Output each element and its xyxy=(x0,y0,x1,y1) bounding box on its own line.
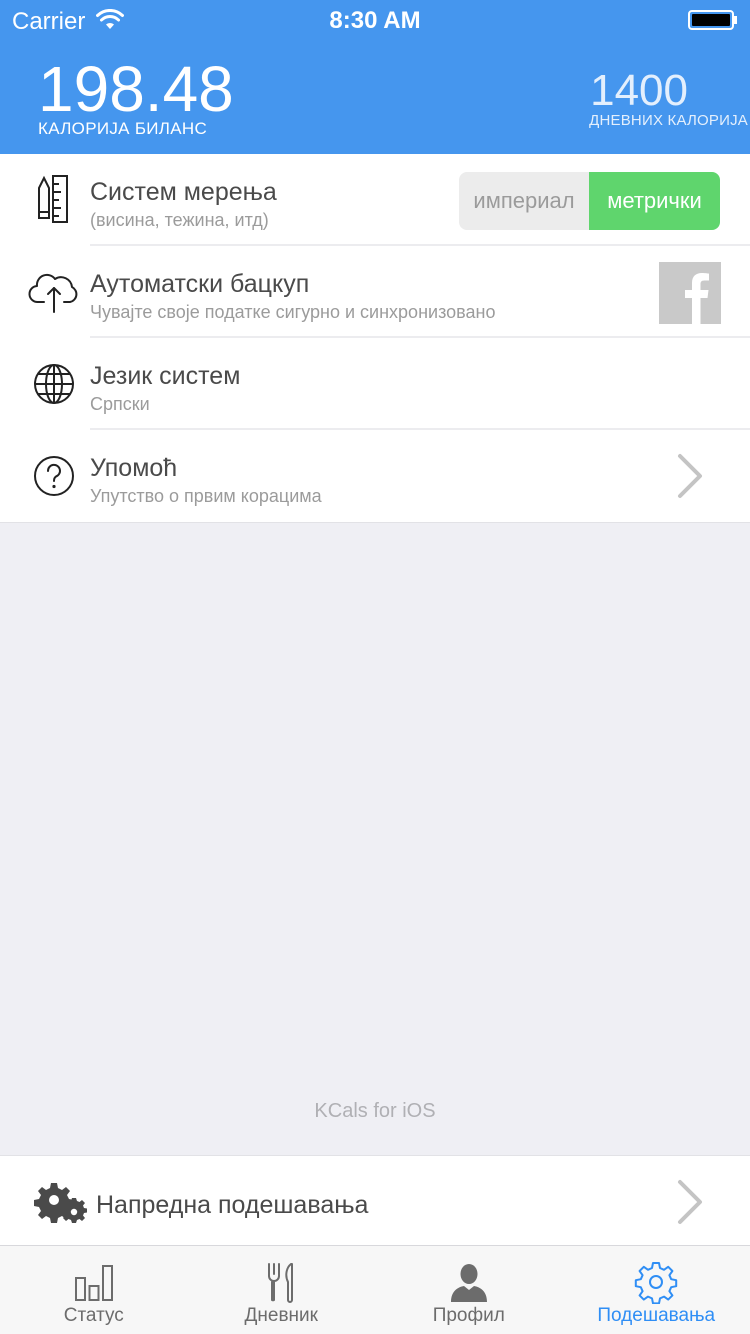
ruler-pencil-icon xyxy=(38,175,68,223)
unit-imperial-option[interactable]: империал xyxy=(459,172,589,230)
advanced-settings-label: Напредна подешавања xyxy=(96,1191,369,1219)
calorie-balance-value: 198.48 xyxy=(38,53,234,125)
settings-row-backup: Аутоматски бацкуп Чувајте своје податке … xyxy=(0,246,750,338)
tab-settings-label: Подешавања xyxy=(597,1305,716,1326)
units-subtitle: (висина, тежина, итд) xyxy=(90,210,269,230)
advanced-settings-row[interactable]: Напредна подешавања xyxy=(0,1155,750,1245)
status-bar: Carrier 8:30 AM xyxy=(0,0,750,40)
unit-metric-option[interactable]: метрички xyxy=(589,172,720,230)
person-icon xyxy=(450,1264,487,1302)
settings-row-units: Систем мерења (висина, тежина, итд) импе… xyxy=(0,154,750,246)
cloud-upload-icon xyxy=(28,273,78,313)
globe-icon xyxy=(34,364,74,404)
unit-system-toggle[interactable]: империал метрички xyxy=(459,172,720,230)
tab-bar: Статус Дневник Профил Подешавања xyxy=(0,1245,750,1334)
calorie-balance-label: КАЛОРИЈА БИЛАНС xyxy=(38,119,208,138)
app-version-label: KCals for iOS xyxy=(314,1100,436,1122)
tab-settings[interactable]: Подешавања xyxy=(563,1246,750,1334)
tab-diary[interactable]: Дневник xyxy=(188,1246,376,1334)
tab-profile[interactable]: Профил xyxy=(375,1246,563,1334)
settings-list: Систем мерења (висина, тежина, итд) импе… xyxy=(0,154,750,523)
daily-calories-label: ДНЕВНИХ КАЛОРИЈА xyxy=(589,112,748,129)
backup-title: Аутоматски бацкуп xyxy=(90,270,310,298)
battery-icon xyxy=(688,10,737,30)
chevron-right-icon xyxy=(678,454,702,498)
daily-calories-value: 1400 xyxy=(590,66,688,115)
help-subtitle: Упутство о првим корацима xyxy=(90,486,322,506)
help-title: Упомоћ xyxy=(90,454,178,482)
gear-icon xyxy=(635,1262,678,1304)
settings-row-language[interactable]: Језик систем Српски xyxy=(0,338,750,430)
language-subtitle: Српски xyxy=(90,394,150,414)
backup-subtitle: Чувајте своје податке сигурно и синхрони… xyxy=(90,302,496,322)
tab-status[interactable]: Статус xyxy=(0,1246,188,1334)
fork-knife-icon xyxy=(268,1263,294,1303)
header: Carrier 8:30 AM 198.48 КАЛОРИЈА БИЛАНС 1… xyxy=(0,0,750,154)
gears-icon xyxy=(34,1183,87,1223)
clock: 8:30 AM xyxy=(329,7,421,34)
question-icon xyxy=(34,456,74,496)
settings-row-help[interactable]: Упомоћ Упутство о првим корацима xyxy=(0,430,750,522)
chevron-right-icon xyxy=(678,1180,702,1224)
tab-diary-label: Дневник xyxy=(244,1305,318,1326)
language-title: Језик систем xyxy=(90,362,241,390)
facebook-icon xyxy=(685,273,709,324)
tab-status-label: Статус xyxy=(63,1305,124,1326)
facebook-backup-button[interactable] xyxy=(659,262,721,324)
units-title: Систем мерења xyxy=(90,178,277,206)
tab-profile-label: Профил xyxy=(432,1305,505,1326)
bar-chart-icon xyxy=(74,1265,113,1301)
